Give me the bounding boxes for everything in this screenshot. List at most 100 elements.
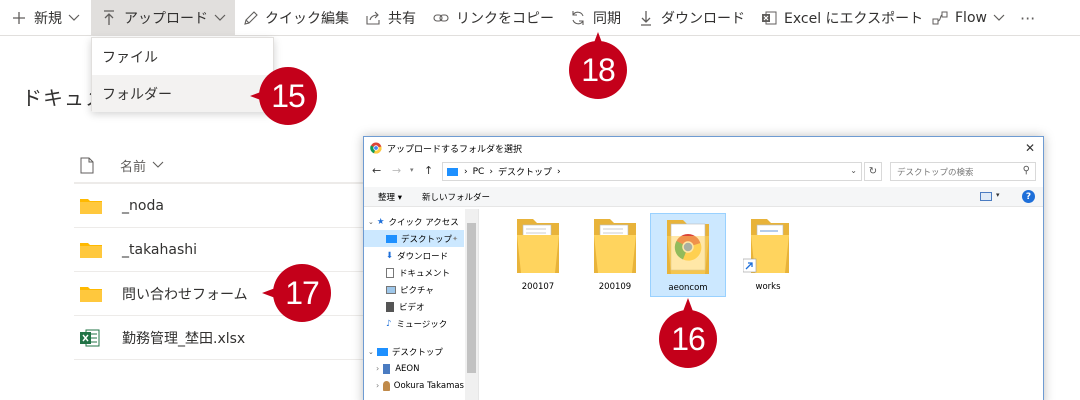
search-input[interactable]: デスクトップの検索 ⚲ [890,162,1036,181]
share-button[interactable]: 共有 [364,0,416,36]
nav-scrollbar[interactable] [465,209,478,400]
list-item[interactable]: 勤務管理_埜田.xlsx [74,315,374,359]
nav-videos[interactable]: ビデオ [386,298,464,315]
badge-number: 16 [659,310,717,368]
search-icon: ⚲ [1022,165,1030,176]
new-button[interactable]: 新規 [10,0,80,36]
more-options-button[interactable]: ··· [1020,0,1035,36]
nav-label: クイック アクセス [388,217,459,228]
badge-number: 18 [569,41,627,99]
item-name[interactable]: _takahashi [122,242,197,258]
search-placeholder: デスクトップの検索 [897,167,974,178]
help-icon[interactable]: ? [1022,190,1035,203]
flow-button[interactable]: Flow [931,0,1005,36]
nav-documents[interactable]: ドキュメント [386,264,464,281]
nav-label: デスクトップ [391,347,443,358]
address-box[interactable]: › PC › デスクトップ › ⌄ [442,162,862,181]
excel-file-icon [80,329,102,347]
item-name[interactable]: _noda [122,198,164,214]
list-item[interactable]: _takahashi [74,227,374,271]
forward-arrow-icon[interactable]: → [392,164,401,177]
chrome-icon [370,142,382,154]
name-column-header[interactable]: 名前 [120,156,146,175]
upload-label: アップロード [124,11,208,27]
dialog-title-bar: アップロードするフォルダを選択 ✕ [364,137,1043,159]
breadcrumb-pc[interactable]: PC [473,167,485,177]
sync-button[interactable]: 同期 [569,0,621,36]
badge-number: 17 [273,264,331,322]
nav-aeon[interactable]: › AEON [376,360,464,377]
nav-user[interactable]: › Ookura Takamas [376,377,464,394]
download-button[interactable]: ダウンロード [637,0,745,36]
copy-link-button[interactable]: リンクをコピー [432,0,554,36]
view-options-icon[interactable] [980,192,992,201]
nav-label: ピクチャ [400,285,434,296]
expand-chevron-icon: › [376,364,380,373]
file-type-icon [80,157,94,174]
quick-edit-label: クイック編集 [265,11,349,27]
nav-desktop-root[interactable]: ⌄ デスクトップ [368,343,464,360]
plus-icon [10,9,28,27]
pc-icon [447,167,458,176]
folder-icon [513,213,563,278]
folder-content-pane: 200107 200109 aeoncom works [480,209,1042,400]
download-label: ダウンロード [661,11,745,27]
copy-link-label: リンクをコピー [456,11,554,27]
document-icon [386,267,394,278]
folder-icon [590,213,640,278]
item-name[interactable]: 問い合わせフォーム [122,284,248,304]
folder-name: works [755,282,781,292]
nav-music[interactable]: ♪ ミュージック [386,315,464,332]
up-arrow-icon[interactable]: ↑ [424,164,433,177]
expand-chevron-icon: ⌄ [368,347,374,356]
recent-chevron-icon[interactable]: ▾ [410,166,414,174]
folder-name: 200109 [598,282,632,292]
flow-icon [931,9,949,27]
address-dropdown-icon[interactable]: ⌄ [850,166,857,175]
folder-tile[interactable]: 200109 [577,213,653,297]
nav-downloads[interactable]: ⬇ ダウンロード [386,247,464,264]
close-icon[interactable]: ✕ [1025,141,1035,155]
export-excel-button[interactable]: Excel にエクスポート [760,0,923,36]
chevron-down-icon[interactable] [152,161,164,169]
link-icon [432,9,450,27]
folder-name: 200107 [521,282,555,292]
breadcrumb-sep: › [489,166,493,177]
user-icon [383,380,390,391]
breadcrumb-sep: › [464,166,468,177]
dialog-toolbar: 整理 ▾ 新しいフォルダー ▾ ? [364,187,1043,207]
nav-quick-access[interactable]: ⌄ ★ クイック アクセス [368,213,464,230]
view-dropdown-icon[interactable]: ▾ [996,191,1000,199]
nav-label: ビデオ [399,302,425,313]
folder-icon [80,197,102,215]
desktop-icon [376,347,388,356]
upload-button[interactable]: アップロード [91,0,235,36]
quick-edit-button[interactable]: クイック編集 [241,0,349,36]
organize-button[interactable]: 整理 ▾ [378,191,402,203]
back-arrow-icon[interactable]: ← [372,164,381,177]
folder-name: aeoncom [668,283,708,293]
refresh-icon[interactable]: ↻ [864,162,882,181]
address-bar-row: ← → ▾ ↑ › PC › デスクトップ › ⌄ ↻ デスクトップの検索 ⚲ [364,161,1043,183]
music-icon: ♪ [386,318,392,329]
breadcrumb-desktop[interactable]: デスクトップ [498,165,552,178]
export-excel-label: Excel にエクスポート [784,11,924,27]
download-icon [637,9,655,27]
nav-pictures[interactable]: ピクチャ [386,281,464,298]
chevron-down-icon [214,14,226,22]
expand-chevron-icon: ⌄ [368,217,374,226]
nav-label: Ookura Takamas [393,380,464,391]
upload-file-menu-item[interactable]: ファイル [92,38,273,75]
folder-tile-selected[interactable]: aeoncom [650,213,726,297]
flow-label: Flow [955,10,987,26]
chevron-down-icon [68,14,80,22]
column-header: 名前 [80,148,380,182]
nav-desktop[interactable]: デスクトップ ✦ [364,230,464,247]
new-folder-button[interactable]: 新しいフォルダー [422,191,490,203]
list-item[interactable]: _noda [74,183,374,227]
expand-chevron-icon: › [376,381,380,390]
folder-tile[interactable]: works [730,213,806,297]
item-name[interactable]: 勤務管理_埜田.xlsx [122,328,245,348]
folder-tile[interactable]: 200107 [500,213,576,297]
upload-folder-menu-item[interactable]: フォルダー [92,75,273,112]
